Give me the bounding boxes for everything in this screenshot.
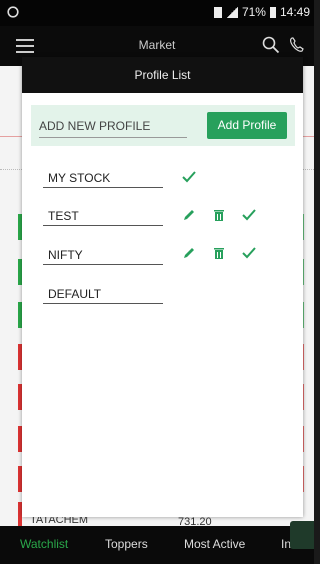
profile-list-dialog: Profile List Add Profile MY STOCK TEST N… <box>22 57 303 517</box>
star-button[interactable] <box>290 521 314 549</box>
status-bar: 71% 14:49 <box>0 0 314 26</box>
profile-name[interactable]: MY STOCK <box>43 168 163 188</box>
signal-icon <box>225 6 238 18</box>
delete-icon[interactable] <box>212 208 226 222</box>
sim-icon <box>213 6 222 18</box>
edit-icon[interactable] <box>182 208 196 222</box>
check-icon[interactable] <box>182 170 196 184</box>
profile-name[interactable]: TEST <box>43 206 163 226</box>
dialog-title: Profile List <box>22 57 303 93</box>
tab-toppers[interactable]: Toppers <box>105 537 148 551</box>
battery-percent: 71% <box>241 5 266 19</box>
tab-most-active[interactable]: Most Active <box>184 537 245 551</box>
status-icons: 71% 14:49 <box>213 5 310 19</box>
search-icon[interactable] <box>262 36 280 54</box>
bottom-tab-bar: Watchlist Toppers Most Active Indices <box>0 526 314 564</box>
tab-watchlist[interactable]: Watchlist <box>20 537 68 551</box>
clock: 14:49 <box>279 5 310 19</box>
check-icon[interactable] <box>242 208 256 222</box>
sync-icon <box>7 6 19 18</box>
profile-name[interactable]: DEFAULT <box>43 284 163 304</box>
new-profile-input[interactable] <box>39 115 187 138</box>
check-icon[interactable] <box>242 246 256 260</box>
profile-name[interactable]: NIFTY <box>43 245 163 265</box>
phone-icon[interactable] <box>288 36 306 54</box>
delete-icon[interactable] <box>212 246 226 260</box>
add-profile-button[interactable]: Add Profile <box>207 112 287 139</box>
edit-icon[interactable] <box>182 246 196 260</box>
add-profile-row: Add Profile <box>31 105 295 146</box>
battery-icon <box>269 6 276 18</box>
